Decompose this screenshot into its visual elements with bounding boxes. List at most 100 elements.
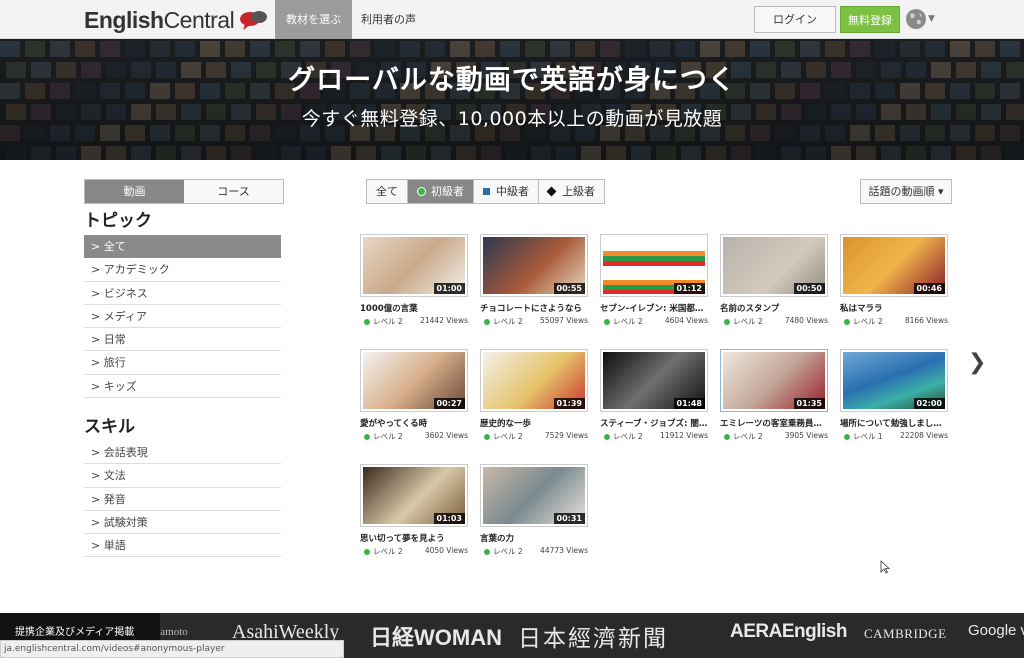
partner-logo-nikkei: 日本經濟新聞	[518, 626, 668, 652]
video-title[interactable]: エミレーツの客室乗務員に…	[720, 417, 828, 429]
video-thumbnail[interactable]: 00:55	[480, 234, 588, 297]
level-filter: 全て 初級者 中級者 上級者	[366, 179, 605, 204]
green-dot-icon	[484, 433, 490, 440]
globe-icon[interactable]	[905, 8, 927, 30]
sidebar-item-academic[interactable]: > アカデミック	[84, 258, 281, 282]
chevron-down-icon[interactable]: ▼	[928, 14, 935, 24]
video-card[interactable]: 02:00 場所について勉強しましょ… レベル 1 22208 Views	[840, 349, 948, 442]
sidebar-item-all[interactable]: > 全て	[84, 235, 281, 259]
view-count: 7480 Views	[784, 316, 828, 325]
video-title[interactable]: チョコレートにさようなら	[480, 302, 588, 314]
filter-intermediate[interactable]: 中級者	[474, 180, 539, 203]
level-indicator: レベル 2	[360, 316, 403, 327]
video-thumbnail[interactable]: 00:27	[360, 349, 468, 412]
tab-videos[interactable]: 動画	[85, 180, 184, 203]
hero-banner: グローバルな動画で英語が身につく 今すぐ無料登録、10,000本以上の動画が見放…	[0, 39, 1024, 160]
video-title[interactable]: 名前のスタンプ	[720, 302, 828, 314]
filter-all[interactable]: 全て	[367, 180, 408, 203]
sidebar-item-business[interactable]: > ビジネス	[84, 282, 281, 305]
level-indicator: レベル 2	[720, 316, 763, 327]
view-count: 3905 Views	[784, 431, 828, 440]
video-title[interactable]: 思い切って夢を見よう	[360, 532, 468, 544]
video-card[interactable]: 01:00 1000億の言葉 レベル 2 21442 Views	[360, 234, 468, 327]
level-indicator: レベル 2	[600, 431, 643, 442]
partner-logo-aera-english: AERAEnglish	[730, 621, 847, 642]
video-thumbnail[interactable]: 01:03	[360, 464, 468, 527]
duration-badge: 01:12	[673, 283, 705, 294]
video-thumbnail[interactable]: 00:50	[720, 234, 828, 297]
video-thumbnail[interactable]: 01:00	[360, 234, 468, 297]
view-count: 4604 Views	[664, 316, 708, 325]
duration-badge: 02:00	[913, 398, 945, 409]
duration-badge: 01:35	[793, 398, 825, 409]
video-thumbnail[interactable]: 00:46	[840, 234, 948, 297]
green-dot-icon	[844, 318, 850, 325]
video-card[interactable]: 00:27 愛がやってくる時 レベル 2 3602 Views	[360, 349, 468, 442]
level-indicator: レベル 2	[480, 316, 523, 327]
register-button[interactable]: 無料登録	[840, 6, 900, 33]
view-count: 44773 Views	[540, 546, 588, 555]
sidebar-item-vocabulary[interactable]: > 単語	[84, 534, 281, 558]
video-thumbnail[interactable]: 00:31	[480, 464, 588, 527]
video-title[interactable]: 私はマララ	[840, 302, 948, 314]
nav-choose-materials[interactable]: 教材を選ぶ	[275, 0, 352, 39]
filter-advanced[interactable]: 上級者	[539, 180, 604, 203]
video-title[interactable]: スティーブ・ジョブズ: 闇…	[600, 417, 708, 429]
level-indicator: レベル 2	[840, 316, 883, 327]
status-bar-url: ja.englishcentral.com/videos#anonymous-p…	[0, 640, 344, 658]
video-thumbnail[interactable]: 01:35	[720, 349, 828, 412]
level-indicator: レベル 2	[360, 431, 403, 442]
nav-user-voices[interactable]: 利用者の声	[350, 0, 427, 39]
logo-suffix: Central	[163, 6, 235, 33]
duration-badge: 00:46	[913, 283, 945, 294]
duration-badge: 01:03	[433, 513, 465, 524]
login-button[interactable]: ログイン	[754, 6, 836, 33]
video-card[interactable]: 01:39 歴史的な一歩 レベル 2 7529 Views	[480, 349, 588, 442]
video-card[interactable]: 01:35 エミレーツの客室乗務員に… レベル 2 3905 Views	[720, 349, 828, 442]
black-diamond-icon	[546, 186, 557, 197]
video-title[interactable]: 1000億の言葉	[360, 302, 468, 314]
green-dot-icon	[364, 433, 370, 440]
video-card[interactable]: 00:55 チョコレートにさようなら レベル 2 55097 Views	[480, 234, 588, 327]
video-card[interactable]: 01:03 思い切って夢を見よう レベル 2 4050 Views	[360, 464, 468, 557]
video-title[interactable]: 場所について勉強しましょ…	[840, 417, 948, 429]
video-card[interactable]: 00:50 名前のスタンプ レベル 2 7480 Views	[720, 234, 828, 327]
video-card[interactable]: 00:46 私はマララレベル 2 8166 Views	[840, 234, 948, 327]
mouse-cursor-icon	[880, 560, 890, 574]
video-card[interactable]: 01:12 セブン-イレブン: 米国都市… レベル 2 4604 Views	[600, 234, 708, 327]
sidebar-item-conversation[interactable]: > 会話表現	[84, 441, 281, 465]
logo[interactable]: EnglishCentral	[84, 6, 268, 34]
sidebar-item-daily[interactable]: > 日常	[84, 328, 281, 352]
chevron-right-icon[interactable]: ❯	[968, 350, 986, 375]
green-dot-icon	[724, 318, 730, 325]
view-count: 22208 Views	[900, 431, 948, 440]
partner-logo-google-ventures: Google ventures	[968, 622, 1024, 639]
view-count: 8166 Views	[904, 316, 948, 325]
tab-courses[interactable]: コース	[184, 180, 283, 203]
sidebar-item-exam-prep[interactable]: > 試験対策	[84, 511, 281, 535]
video-title[interactable]: 愛がやってくる時	[360, 417, 468, 429]
level-indicator: レベル 2	[480, 431, 523, 442]
video-title[interactable]: 言葉の力	[480, 532, 588, 544]
video-thumbnail[interactable]: 02:00	[840, 349, 948, 412]
video-title[interactable]: 歴史的な一歩	[480, 417, 588, 429]
video-thumbnail[interactable]: 01:39	[480, 349, 588, 412]
sidebar-item-grammar[interactable]: > 文法	[84, 464, 281, 488]
sidebar-item-media[interactable]: > メディア	[84, 305, 281, 329]
video-card[interactable]: 01:48 スティーブ・ジョブズ: 闇… レベル 2 11912 Views	[600, 349, 708, 442]
sort-dropdown[interactable]: 話題の動画順 ▾	[860, 179, 952, 204]
sidebar-item-pronunciation[interactable]: > 発音	[84, 488, 281, 511]
view-count: 7529 Views	[544, 431, 588, 440]
video-thumbnail[interactable]: 01:48	[600, 349, 708, 412]
level-indicator: レベル 2	[600, 316, 643, 327]
skill-heading: スキル	[84, 417, 135, 437]
video-thumbnail[interactable]: 01:12	[600, 234, 708, 297]
sidebar-item-travel[interactable]: > 旅行	[84, 351, 281, 375]
video-card[interactable]: 00:31 言葉の力 レベル 2 44773 Views	[480, 464, 588, 557]
filter-beginner[interactable]: 初級者	[408, 180, 474, 203]
view-count: 21442 Views	[420, 316, 468, 325]
video-title[interactable]: セブン-イレブン: 米国都市…	[600, 302, 708, 314]
sidebar-item-kids[interactable]: > キッズ	[84, 375, 281, 399]
green-dot-icon	[364, 548, 370, 555]
green-dot-icon	[604, 318, 610, 325]
